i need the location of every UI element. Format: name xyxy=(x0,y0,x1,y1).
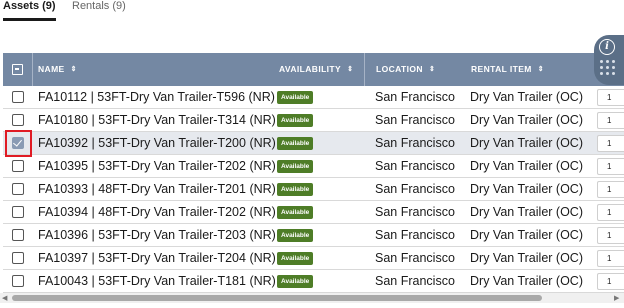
sort-arrows-icon[interactable]: ⇕ xyxy=(347,53,353,86)
availability-badge: Available xyxy=(277,183,314,196)
tab-rentals-label: Rentals (9) xyxy=(72,0,126,12)
asset-name: FA10393 | 48FT-Dry Van Trailer-T201 (NR) xyxy=(38,182,276,196)
table-row[interactable]: FA10394 | 48FT-Dry Van Trailer-T202 (NR)… xyxy=(3,201,624,224)
rental-item-cell: Dry Van Trailer (OC) xyxy=(470,228,583,242)
row-checkbox[interactable] xyxy=(12,183,24,195)
checkbox-highlight xyxy=(5,130,32,157)
quantity-input[interactable]: 1 xyxy=(597,204,624,221)
rental-item-cell: Dry Van Trailer (OC) xyxy=(470,113,583,127)
column-header-availability[interactable]: AVAILABILITY ⇕ xyxy=(279,53,353,86)
rental-item-cell: Dry Van Trailer (OC) xyxy=(470,274,583,288)
table-row[interactable]: FA10395 | 53FT-Dry Van Trailer-T202 (NR)… xyxy=(3,155,624,178)
row-checkbox[interactable] xyxy=(12,252,24,264)
horizontal-scrollbar[interactable]: ◀ ▶ xyxy=(0,293,624,303)
rental-item-cell: Dry Van Trailer (OC) xyxy=(470,159,583,173)
table-row[interactable]: FA10393 | 48FT-Dry Van Trailer-T201 (NR)… xyxy=(3,178,624,201)
row-checkbox[interactable] xyxy=(12,275,24,287)
asset-name: FA10112 | 53FT-Dry Van Trailer-T596 (NR) xyxy=(38,90,275,104)
scroll-left-icon[interactable]: ◀ xyxy=(2,294,7,302)
sort-arrows-icon[interactable]: ⇕ xyxy=(538,53,544,86)
row-checkbox[interactable] xyxy=(12,206,24,218)
tab-bar: Assets (9) Rentals (9) xyxy=(0,0,624,22)
active-tab-underline xyxy=(3,18,56,21)
grid-icon[interactable] xyxy=(600,60,616,80)
table-row[interactable]: FA10396 | 53FT-Dry Van Trailer-T203 (NR)… xyxy=(3,224,624,247)
info-icon[interactable]: i xyxy=(599,39,615,55)
location-cell: San Francisco xyxy=(375,113,455,127)
availability-badge: Available xyxy=(277,137,314,150)
table-body: FA10112 | 53FT-Dry Van Trailer-T596 (NR)… xyxy=(3,86,624,293)
asset-name: FA10392 | 53FT-Dry Van Trailer-T200 (NR) xyxy=(38,136,276,150)
tab-rentals[interactable]: Rentals (9) xyxy=(72,0,126,22)
availability-badge: Available xyxy=(277,252,314,265)
column-header-name[interactable]: NAME ⇕ xyxy=(38,53,77,86)
assets-table: NAME ⇕ AVAILABILITY ⇕ LOCATION ⇕ RENTAL ITE… xyxy=(3,53,624,293)
quantity-input[interactable]: 1 xyxy=(597,89,624,106)
help-widget[interactable]: i xyxy=(594,35,624,85)
sort-arrows-icon[interactable]: ⇕ xyxy=(429,53,435,86)
location-cell: San Francisco xyxy=(375,251,455,265)
location-cell: San Francisco xyxy=(375,228,455,242)
scroll-right-icon[interactable]: ▶ xyxy=(614,294,619,302)
quantity-input[interactable]: 1 xyxy=(597,135,624,152)
availability-badge: Available xyxy=(277,229,314,242)
table-header: NAME ⇕ AVAILABILITY ⇕ LOCATION ⇕ RENTAL ITE… xyxy=(3,53,624,86)
asset-name: FA10394 | 48FT-Dry Van Trailer-T202 (NR) xyxy=(38,205,276,219)
location-cell: San Francisco xyxy=(375,90,455,104)
page: Assets (9) Rentals (9) NAME ⇕ AVAILABILIT… xyxy=(0,0,624,308)
row-checkbox[interactable] xyxy=(12,229,24,241)
quantity-input[interactable]: 1 xyxy=(597,250,624,267)
availability-badge: Available xyxy=(277,206,314,219)
tab-assets-label: Assets (9) xyxy=(3,0,56,12)
row-checkbox[interactable] xyxy=(12,91,24,103)
quantity-input[interactable]: 1 xyxy=(597,227,624,244)
row-checkbox[interactable] xyxy=(12,114,24,126)
quantity-input[interactable]: 1 xyxy=(597,273,624,290)
asset-name: FA10395 | 53FT-Dry Van Trailer-T202 (NR) xyxy=(38,159,276,173)
sort-arrows-icon[interactable]: ⇕ xyxy=(71,53,77,86)
quantity-input[interactable]: 1 xyxy=(597,112,624,129)
table-row[interactable]: FA10397 | 53FT-Dry Van Trailer-T204 (NR)… xyxy=(3,247,624,270)
availability-badge: Available xyxy=(277,275,314,288)
asset-name: FA10397 | 53FT-Dry Van Trailer-T204 (NR) xyxy=(38,251,276,265)
availability-badge: Available xyxy=(277,114,314,127)
scrollbar-thumb[interactable] xyxy=(12,295,542,301)
row-checkbox[interactable] xyxy=(12,160,24,172)
column-header-location[interactable]: LOCATION ⇕ xyxy=(376,53,435,86)
quantity-input[interactable]: 1 xyxy=(597,158,624,175)
quantity-input[interactable]: 1 xyxy=(597,181,624,198)
asset-name: FA10043 | 53FT-Dry Van Trailer-T181 (NR) xyxy=(38,274,276,288)
table-row[interactable]: FA10043 | 53FT-Dry Van Trailer-T181 (NR)… xyxy=(3,270,624,293)
location-cell: San Francisco xyxy=(375,274,455,288)
location-cell: San Francisco xyxy=(375,205,455,219)
location-cell: San Francisco xyxy=(375,182,455,196)
table-row[interactable]: FA10180 | 53FT-Dry Van Trailer-T314 (NR)… xyxy=(3,109,624,132)
rental-item-cell: Dry Van Trailer (OC) xyxy=(470,182,583,196)
rental-item-cell: Dry Van Trailer (OC) xyxy=(470,251,583,265)
column-header-rental-item[interactable]: RENTAL ITEM ⇕ xyxy=(471,53,544,86)
column-divider xyxy=(32,53,33,86)
table-row-selected[interactable]: FA10392 | 53FT-Dry Van Trailer-T200 (NR)… xyxy=(3,130,624,157)
table-row[interactable]: FA10112 | 53FT-Dry Van Trailer-T596 (NR)… xyxy=(3,86,624,109)
availability-badge: Available xyxy=(277,160,314,173)
location-cell: San Francisco xyxy=(375,159,455,173)
rental-item-cell: Dry Van Trailer (OC) xyxy=(470,136,583,150)
column-divider xyxy=(364,53,365,86)
tab-assets[interactable]: Assets (9) xyxy=(3,0,56,22)
availability-badge: Available xyxy=(277,91,314,104)
asset-name: FA10180 | 53FT-Dry Van Trailer-T314 (NR) xyxy=(38,113,276,127)
rental-item-cell: Dry Van Trailer (OC) xyxy=(470,90,583,104)
location-cell: San Francisco xyxy=(375,136,455,150)
asset-name: FA10396 | 53FT-Dry Van Trailer-T203 (NR) xyxy=(38,228,276,242)
select-all-checkbox[interactable] xyxy=(12,64,23,75)
rental-item-cell: Dry Van Trailer (OC) xyxy=(470,205,583,219)
